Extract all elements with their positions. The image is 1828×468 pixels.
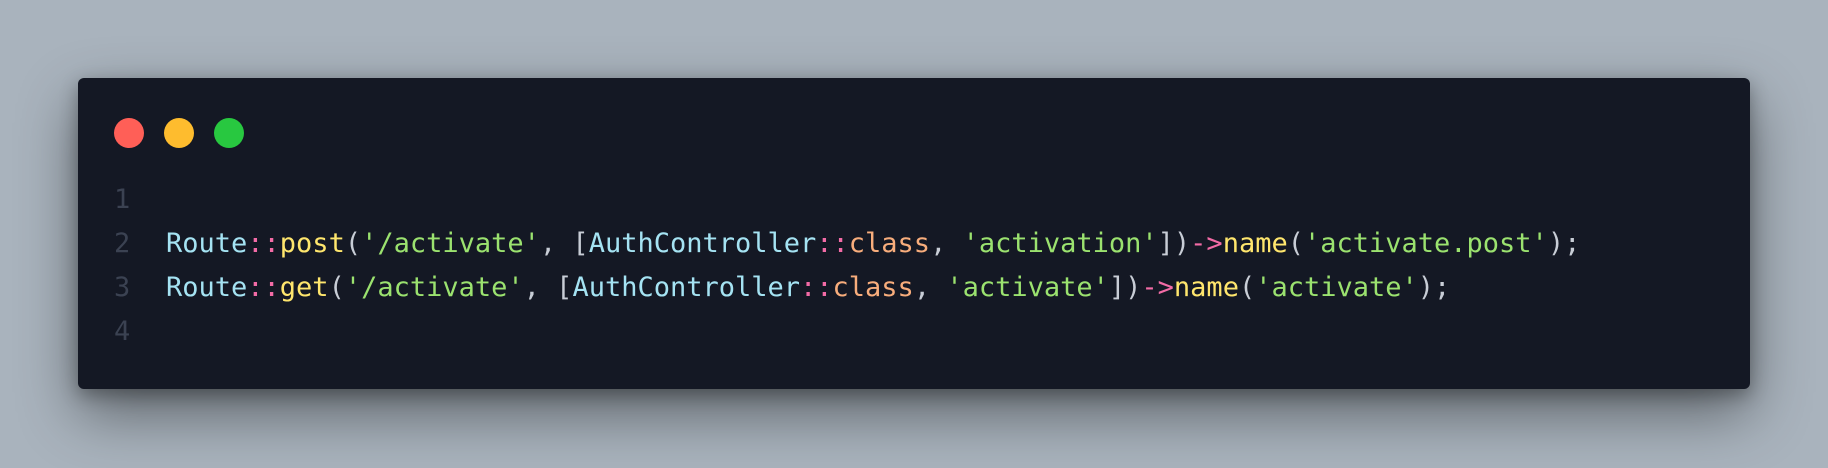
minimize-dot[interactable]: [164, 118, 194, 148]
code-token-operator: ::: [247, 272, 280, 303]
line-number: 2: [114, 228, 131, 259]
code-editor[interactable]: 1 2 Route::post('/activate', [AuthContro…: [114, 178, 1730, 354]
code-token-punct: );: [1417, 272, 1451, 303]
code-token-class: AuthController: [572, 272, 801, 303]
code-token-string: 'activate': [946, 272, 1109, 303]
code-token-method: get: [279, 272, 329, 303]
code-line: 3 Route::get('/activate', [AuthControlle…: [114, 266, 1730, 310]
code-token-punct: , [: [523, 272, 573, 303]
code-token-punct: (: [1287, 228, 1304, 259]
code-line: 4: [114, 310, 1730, 354]
code-token-string: '/activate': [344, 272, 524, 303]
code-line: 2 Route::post('/activate', [AuthControll…: [114, 222, 1730, 266]
code-token-string: '/activate': [361, 228, 540, 259]
code-token-punct: , [: [539, 228, 589, 259]
code-token-method: name: [1173, 272, 1239, 303]
window-controls: [114, 118, 244, 148]
line-number: 3: [114, 272, 131, 303]
code-token-class: Route: [166, 228, 248, 259]
code-token-keyword: class: [832, 272, 914, 303]
code-token-operator: ::: [800, 272, 833, 303]
code-token-punct: ]): [1108, 272, 1142, 303]
line-content: [166, 310, 1730, 354]
code-token-punct: (: [328, 272, 345, 303]
code-token-string: 'activate.post': [1303, 228, 1548, 259]
line-content: Route::get('/activate', [AuthController:…: [166, 266, 1730, 310]
code-token-punct: );: [1547, 228, 1581, 259]
code-token-string: 'activate': [1255, 272, 1418, 303]
code-token-class: AuthController: [588, 228, 817, 259]
line-content: Route::post('/activate', [AuthController…: [166, 222, 1730, 266]
code-token-keyword: class: [848, 228, 931, 259]
code-token-operator: ->: [1190, 228, 1223, 259]
line-number: 1: [114, 184, 131, 215]
code-token-punct: (: [344, 228, 362, 259]
code-token-punct: (: [1238, 272, 1256, 303]
code-token-class: Route: [166, 272, 248, 303]
code-token-punct: ,: [930, 228, 963, 259]
code-token-method: post: [279, 228, 345, 259]
code-token-operator: ::: [247, 228, 280, 259]
code-token-operator: ->: [1141, 272, 1174, 303]
maximize-dot[interactable]: [214, 118, 244, 148]
code-token-string: 'activation': [962, 228, 1158, 259]
line-content: [166, 178, 1730, 222]
code-token-operator: ::: [816, 228, 849, 259]
line-number: 4: [114, 316, 131, 347]
code-token-method: name: [1222, 228, 1288, 259]
code-token-punct: ,: [913, 272, 947, 303]
code-line: 1: [114, 178, 1730, 222]
code-token-punct: ]): [1157, 228, 1191, 259]
close-dot[interactable]: [114, 118, 144, 148]
code-window: 1 2 Route::post('/activate', [AuthContro…: [78, 78, 1750, 389]
